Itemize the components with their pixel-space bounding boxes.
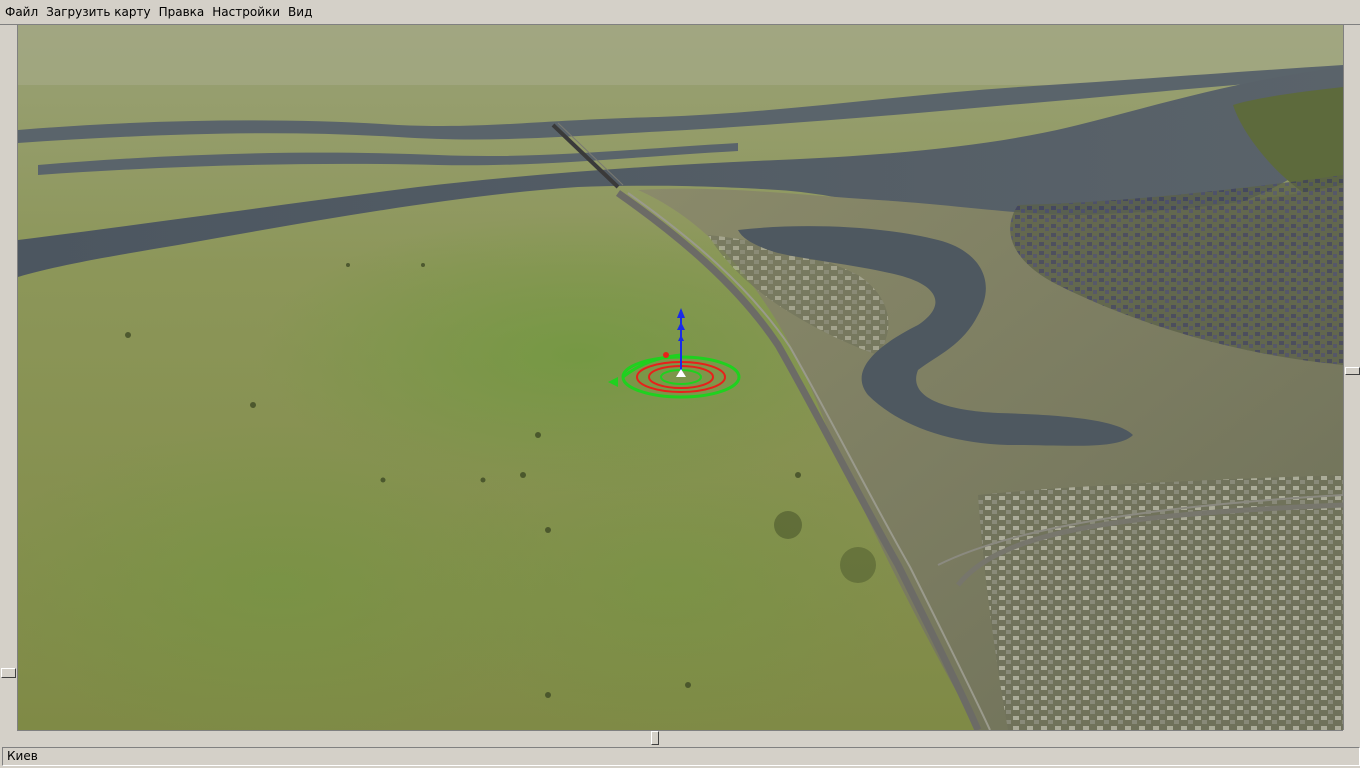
right-scrollbar-thumb[interactable] bbox=[1345, 367, 1360, 375]
menu-file[interactable]: Файл bbox=[0, 0, 42, 24]
status-bar: Киев bbox=[0, 745, 1360, 768]
menu-bar: Файл Загрузить карту Правка Настройки Ви… bbox=[0, 0, 1360, 25]
left-scrollbar-thumb[interactable] bbox=[1, 668, 16, 678]
menu-edit[interactable]: Правка bbox=[155, 0, 209, 24]
right-vertical-scrollbar[interactable] bbox=[1343, 25, 1360, 730]
terrain-scene[interactable] bbox=[18, 25, 1343, 730]
horizontal-scrollbar-thumb[interactable] bbox=[651, 731, 659, 745]
scrollbar-corner bbox=[1343, 730, 1360, 745]
status-location-text: Киев bbox=[2, 747, 1360, 766]
horizontal-scrollbar[interactable] bbox=[17, 730, 1343, 745]
menu-settings[interactable]: Настройки bbox=[208, 0, 284, 24]
left-vertical-scrollbar[interactable] bbox=[0, 25, 18, 730]
terrain-3d-viewport[interactable] bbox=[18, 25, 1343, 730]
menu-load-map[interactable]: Загрузить карту bbox=[42, 0, 154, 24]
menu-view[interactable]: Вид bbox=[284, 0, 316, 24]
